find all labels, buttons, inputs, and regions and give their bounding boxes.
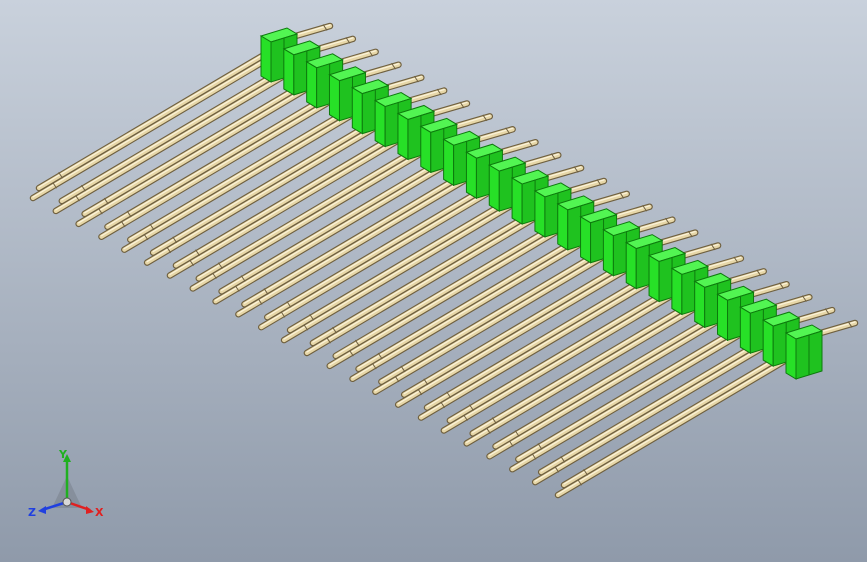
y-axis-label: Y bbox=[58, 448, 68, 461]
x-axis-label: X bbox=[95, 506, 104, 519]
z-axis-label: Z bbox=[28, 506, 36, 519]
triad-origin bbox=[62, 497, 72, 507]
view-orientation-triad[interactable]: Y X Z bbox=[22, 446, 112, 526]
z-arrow-head-icon bbox=[38, 506, 46, 514]
pins-group bbox=[29, 22, 859, 499]
x-arrow-head-icon bbox=[86, 506, 94, 514]
pin-header-model[interactable] bbox=[0, 0, 867, 562]
header-body-segment[interactable] bbox=[784, 324, 824, 380]
graphics-viewport[interactable]: Y X Z bbox=[0, 0, 867, 562]
